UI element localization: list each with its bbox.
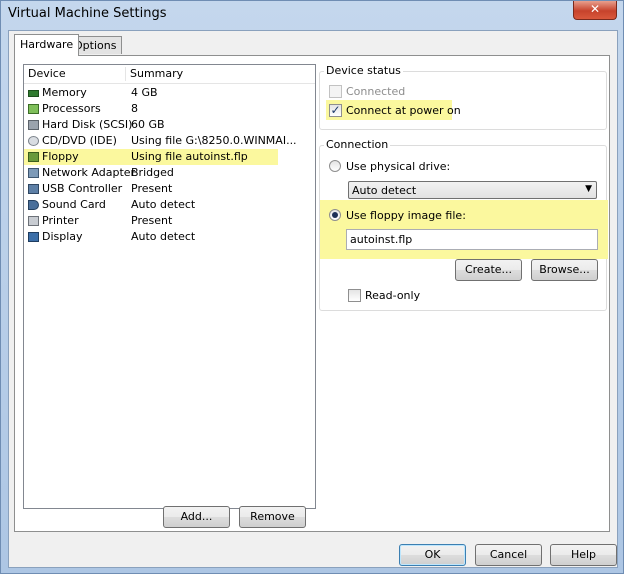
window-title: Virtual Machine Settings <box>8 6 167 21</box>
device-summary: 4 GB <box>131 86 158 99</box>
device-list-header: Device Summary <box>24 65 315 84</box>
device-summary: 8 <box>131 102 138 115</box>
browse-button[interactable]: Browse... <box>531 259 598 281</box>
add-button[interactable]: Add... <box>163 506 230 528</box>
device-summary: Auto detect <box>131 198 196 211</box>
device-row-cd-dvd[interactable]: CD/DVD (IDE) Using file G:\8250.0.WINMAI… <box>24 133 315 149</box>
dialog-window: Virtual Machine Settings ✕ Hardware Opti… <box>0 0 624 574</box>
physical-drive-label: Use physical drive: <box>346 160 451 173</box>
chevron-down-icon: ▼ <box>585 184 592 194</box>
physical-drive-radio[interactable] <box>329 160 341 172</box>
floppy-icon <box>28 152 39 162</box>
device-row-printer[interactable]: Printer Present <box>24 213 315 229</box>
network-adapter-icon <box>28 168 39 178</box>
device-name: Sound Card <box>42 198 106 211</box>
read-only-checkbox[interactable] <box>348 289 361 302</box>
connected-checkbox[interactable] <box>329 85 342 98</box>
device-row-network-adapter[interactable]: Network Adapter Bridged <box>24 165 315 181</box>
device-row-floppy[interactable]: Floppy Using file autoinst.flp <box>24 149 315 165</box>
connection-group: Connection Use physical drive: Auto dete… <box>319 138 608 311</box>
device-summary: Bridged <box>131 166 174 179</box>
close-button[interactable]: ✕ <box>573 1 617 20</box>
hard-disk-icon <box>28 120 39 130</box>
device-summary: Using file G:\8250.0.WINMAI... <box>131 134 297 147</box>
device-name: Processors <box>42 102 101 115</box>
device-name: CD/DVD (IDE) <box>42 134 117 147</box>
create-button[interactable]: Create... <box>455 259 522 281</box>
device-status-legend: Device status <box>324 64 403 77</box>
device-row-processors[interactable]: Processors 8 <box>24 101 315 117</box>
ok-button[interactable]: OK <box>399 544 466 566</box>
device-summary: Using file autoinst.flp <box>131 150 248 163</box>
close-icon: ✕ <box>589 2 601 16</box>
floppy-image-label: Use floppy image file: <box>346 209 466 222</box>
device-name: Display <box>42 230 83 243</box>
dialog-client: Hardware Options Device Summary Memory 4… <box>8 30 618 568</box>
connected-label: Connected <box>346 85 406 98</box>
printer-icon <box>28 216 39 226</box>
device-row-sound-card[interactable]: Sound Card Auto detect <box>24 197 315 213</box>
device-name: Hard Disk (SCSI) <box>42 118 133 131</box>
drive-select-value: Auto detect <box>352 184 417 197</box>
tab-options-label: Options <box>74 39 117 52</box>
remove-button[interactable]: Remove <box>239 506 306 528</box>
device-name: Floppy <box>42 150 79 163</box>
tab-hardware[interactable]: Hardware <box>14 34 80 56</box>
device-list[interactable]: Device Summary Memory 4 GB Processors 8 <box>23 64 316 509</box>
floppy-image-radio[interactable] <box>329 209 341 221</box>
device-row-usb-controller[interactable]: USB Controller Present <box>24 181 315 197</box>
drive-select[interactable]: Auto detect ▼ <box>348 181 597 199</box>
cd-dvd-icon <box>28 136 39 146</box>
connection-legend: Connection <box>324 138 391 151</box>
device-summary: Present <box>131 214 173 227</box>
title-bar[interactable]: Virtual Machine Settings ✕ <box>1 1 623 29</box>
device-row-memory[interactable]: Memory 4 GB <box>24 85 315 101</box>
device-name: USB Controller <box>42 182 123 195</box>
image-path-value: autoinst.flp <box>350 233 413 246</box>
sound-card-icon <box>28 200 39 210</box>
column-summary[interactable]: Summary <box>126 65 183 83</box>
device-status-group: Device status Connected ✓ Connect at pow… <box>319 64 607 130</box>
device-summary: Auto detect <box>131 230 196 243</box>
help-button[interactable]: Help <box>550 544 617 566</box>
device-summary: Present <box>131 182 173 195</box>
hardware-panel: Device Summary Memory 4 GB Processors 8 <box>14 55 610 532</box>
display-icon <box>28 232 39 242</box>
cancel-button[interactable]: Cancel <box>475 544 542 566</box>
device-name: Memory <box>42 86 87 99</box>
device-name: Network Adapter <box>42 166 136 179</box>
connect-at-power-on-label: Connect at power on <box>346 104 461 117</box>
device-row-display[interactable]: Display Auto detect <box>24 229 315 245</box>
read-only-label: Read-only <box>365 289 421 302</box>
image-path-field[interactable]: autoinst.flp <box>346 229 598 250</box>
radio-selected-dot <box>332 212 338 218</box>
device-rows: Memory 4 GB Processors 8 Hard Disk (SCSI… <box>24 85 315 245</box>
device-name: Printer <box>42 214 79 227</box>
connect-at-power-on-checkbox[interactable]: ✓ <box>329 104 342 117</box>
tab-hardware-label: Hardware <box>20 38 74 51</box>
column-device[interactable]: Device <box>24 65 66 83</box>
memory-icon <box>28 90 39 97</box>
device-row-hard-disk[interactable]: Hard Disk (SCSI) 60 GB <box>24 117 315 133</box>
processor-icon <box>28 104 39 114</box>
device-summary: 60 GB <box>131 118 165 131</box>
usb-icon <box>28 184 39 194</box>
